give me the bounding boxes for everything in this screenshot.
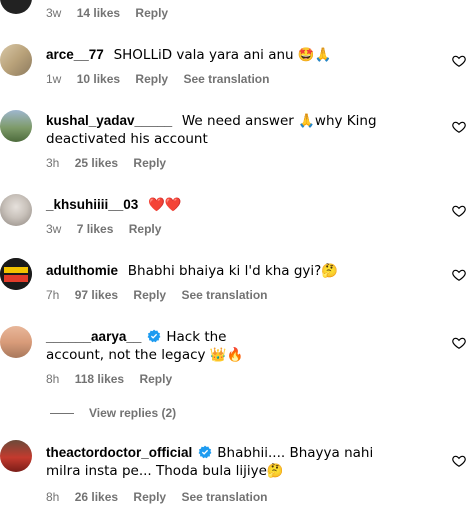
heart-icon[interactable]: [452, 336, 466, 350]
comment-time: 8h: [46, 372, 60, 386]
likes-count[interactable]: 14 likes: [77, 6, 120, 20]
comment-time: 3w: [46, 222, 62, 236]
reply-button[interactable]: Reply: [135, 6, 168, 20]
likes-count[interactable]: 26 likes: [75, 490, 118, 504]
heart-icon[interactable]: [452, 54, 466, 68]
comment-username[interactable]: theactordoctor_official: [46, 445, 192, 460]
comment-body: Bhabhi bhaiya ki l'd kha gyi?🤔: [127, 263, 339, 279]
comment-text: _khsuhiiii__03 ❤️❤️: [46, 196, 426, 214]
divider-line: [50, 413, 74, 415]
likes-count[interactable]: 118 likes: [75, 372, 124, 386]
comment-text: ______aarya__ Hack the account, not the l…: [46, 328, 286, 364]
avatar[interactable]: [0, 44, 32, 76]
heart-icon[interactable]: [452, 268, 466, 282]
verified-badge-icon: [147, 329, 161, 343]
avatar[interactable]: [0, 258, 32, 290]
comment-time: 1w: [46, 72, 62, 86]
comment-username[interactable]: kushal_yadav_____: [46, 113, 172, 128]
comment-text: theactordoctor_official Bhabhii.... Bhayy…: [46, 444, 406, 480]
reply-button[interactable]: Reply: [133, 288, 166, 302]
comment-meta: 8h 26 likes Reply See translation: [46, 490, 279, 504]
heart-icon[interactable]: [452, 204, 466, 218]
comment-meta: 3w 7 likes Reply: [46, 222, 173, 236]
comment-body: SHOLLiD vala yara ani anu 🤩🙏: [113, 47, 332, 63]
verified-badge-icon: [198, 445, 212, 459]
comment-username[interactable]: arce__77: [46, 47, 104, 62]
avatar[interactable]: [0, 326, 32, 358]
view-replies-label[interactable]: View replies (2): [89, 406, 176, 420]
comment-username[interactable]: _khsuhiiii__03: [46, 197, 138, 212]
avatar[interactable]: [0, 110, 32, 142]
likes-count[interactable]: 97 likes: [75, 288, 118, 302]
comment-meta: 3w 14 likes Reply: [46, 6, 180, 20]
reply-button[interactable]: Reply: [135, 72, 168, 86]
view-replies-button[interactable]: View replies (2): [50, 406, 176, 420]
comment-meta: 3h 25 likes Reply: [46, 156, 178, 170]
comment-text: adulthomie Bhabhi bhaiya ki l'd kha gyi?…: [46, 262, 426, 280]
comment-meta: 8h 118 likes Reply: [46, 372, 184, 386]
reply-button[interactable]: Reply: [129, 222, 162, 236]
see-translation-button[interactable]: See translation: [183, 72, 269, 86]
likes-count[interactable]: 25 likes: [75, 156, 118, 170]
reply-button[interactable]: Reply: [133, 156, 166, 170]
likes-count[interactable]: 10 likes: [77, 72, 120, 86]
comment-body: ❤️❤️: [148, 197, 182, 213]
comment-text: arce__77 SHOLLiD vala yara ani anu 🤩🙏: [46, 46, 426, 64]
avatar[interactable]: [0, 194, 32, 226]
see-translation-button[interactable]: See translation: [181, 490, 267, 504]
comment-meta: 7h 97 likes Reply See translation: [46, 288, 279, 302]
reply-button[interactable]: Reply: [133, 490, 166, 504]
likes-count[interactable]: 7 likes: [77, 222, 114, 236]
comment-username[interactable]: adulthomie: [46, 263, 118, 278]
comment-meta: 1w 10 likes Reply See translation: [46, 72, 281, 86]
heart-icon[interactable]: [452, 120, 466, 134]
see-translation-button[interactable]: See translation: [181, 288, 267, 302]
comment-time: 3w: [46, 6, 62, 20]
adult-homie-logo: [0, 258, 32, 290]
avatar[interactable]: [0, 0, 32, 14]
comment-time: 8h: [46, 490, 60, 504]
comment-time: 7h: [46, 288, 60, 302]
heart-icon[interactable]: [452, 454, 466, 468]
comment-text: kushal_yadav_____ We need answer 🙏why Ki…: [46, 112, 426, 148]
reply-button[interactable]: Reply: [139, 372, 172, 386]
avatar[interactable]: [0, 440, 32, 472]
comment-username[interactable]: ______aarya__: [46, 329, 141, 344]
comment-time: 3h: [46, 156, 60, 170]
